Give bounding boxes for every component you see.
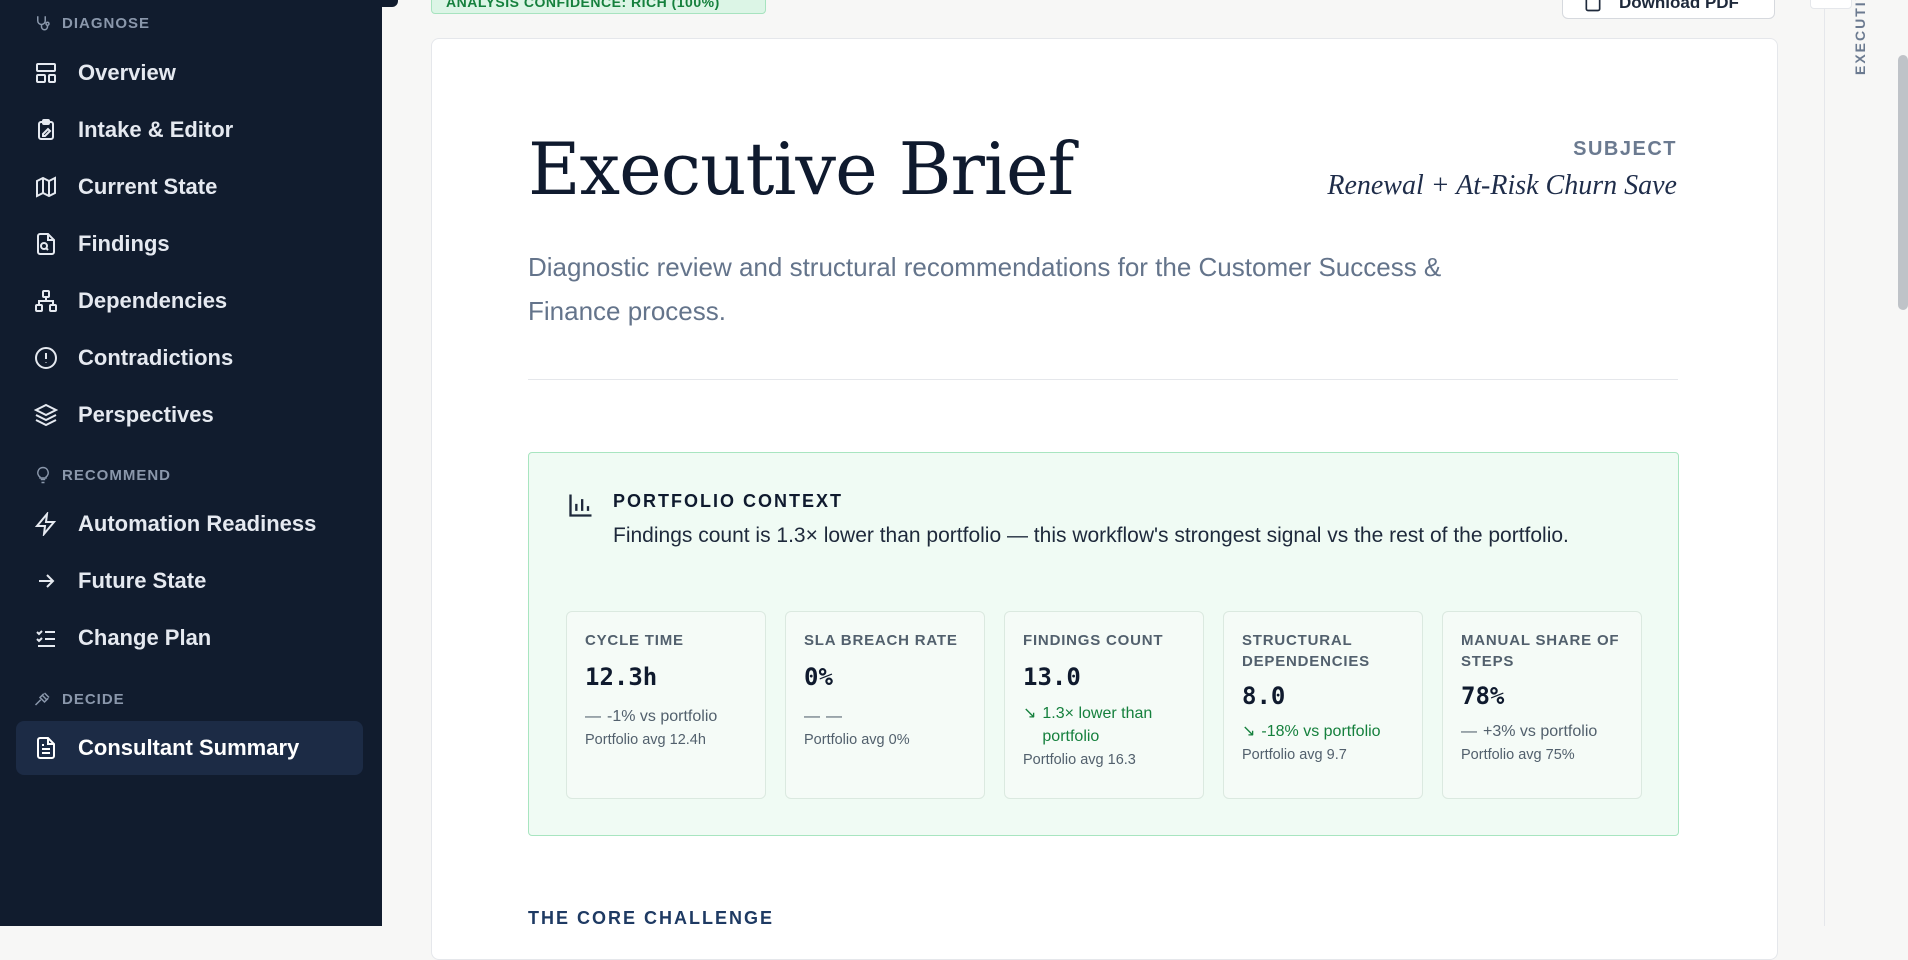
gavel-icon <box>34 692 50 706</box>
subject-label: SUBJECT <box>1573 138 1677 160</box>
metric-label: CYCLE TIME <box>585 632 684 649</box>
right-rail <box>1824 0 1887 926</box>
layers-icon <box>34 403 58 427</box>
neutral-dash-icon: — <box>1461 723 1477 740</box>
layout-icon <box>36 63 56 83</box>
divider <box>528 379 1678 380</box>
sidebar: DIAGNOSE Overview Intake & Editor Curren… <box>0 0 382 926</box>
sidebar-item-label: Dependencies <box>78 288 228 313</box>
sidebar-item-label: Automation Readiness <box>78 511 317 536</box>
sidebar-item-dependencies[interactable]: Dependencies <box>16 274 363 328</box>
sidebar-item-intake-editor[interactable]: Intake & Editor <box>16 103 363 157</box>
sidebar-item-automation-readiness[interactable]: Automation Readiness <box>16 497 363 551</box>
bar-chart-icon <box>569 494 592 517</box>
metric-avg: Portfolio avg 9.7 <box>1242 747 1347 763</box>
metric-delta-text: — <box>826 708 842 725</box>
metric-avg: Portfolio avg 12.4h <box>585 732 706 748</box>
section-label: RECOMMEND <box>62 466 171 484</box>
metric-delta: — — <box>804 705 966 728</box>
sidebar-item-current-state[interactable]: Current State <box>16 160 363 214</box>
metric-label: STRUCTURAL DEPENDENCIES <box>1242 632 1370 670</box>
metric-label: SLA BREACH RATE <box>804 632 958 649</box>
clipboard-edit-icon <box>38 119 54 140</box>
metric-delta: — -1% vs portfolio <box>585 705 747 728</box>
metric-delta: — +3% vs portfolio <box>1461 720 1623 743</box>
neutral-dash-icon: — <box>585 708 601 725</box>
neutral-dash-icon: — <box>804 708 820 725</box>
sidebar-item-change-plan[interactable]: Change Plan <box>16 611 363 665</box>
metric-delta-text: -18% vs portfolio <box>1261 723 1381 740</box>
scrollbar-thumb[interactable] <box>1898 55 1908 310</box>
subject-value: Renewal + At-Risk Churn Save <box>1327 170 1677 201</box>
rail-label[interactable]: EXECUTIVE <box>1852 0 1868 75</box>
sidebar-item-label: Intake & Editor <box>78 117 234 142</box>
sidebar-item-label: Findings <box>78 231 170 256</box>
metric-delta: ↘ -18% vs portfolio <box>1242 720 1404 743</box>
arrow-right-icon <box>39 574 55 588</box>
metric-avg: Portfolio avg 75% <box>1461 747 1575 763</box>
sidebar-item-overview[interactable]: Overview <box>16 46 363 100</box>
lightbulb-icon <box>37 466 49 484</box>
zap-icon <box>34 512 57 536</box>
sidebar-item-label: Perspectives <box>78 402 214 427</box>
metric-value: 12.3h <box>585 663 658 691</box>
metric-delta: ↘ 1.3× lower than portfolio <box>1023 702 1185 748</box>
sidebar-item-label: Overview <box>78 60 176 85</box>
metric-label: MANUAL SHARE OF STEPS <box>1461 632 1620 670</box>
section-decide: DECIDE <box>34 690 125 708</box>
sidebar-item-label: Future State <box>78 568 207 593</box>
map-icon <box>36 176 56 198</box>
metric-card-structural-dependencies: STRUCTURAL DEPENDENCIES 8.0 ↘ -18% vs po… <box>1223 611 1423 799</box>
section-diagnose: DIAGNOSE <box>34 14 150 32</box>
metric-card-manual-share: MANUAL SHARE OF STEPS 78% — +3% vs portf… <box>1442 611 1642 799</box>
file-search-icon <box>37 233 55 255</box>
sidebar-item-label: Contradictions <box>78 345 234 370</box>
download-label: Download PDF <box>1619 0 1739 12</box>
list-checks-icon <box>36 630 55 647</box>
download-icon <box>1585 0 1601 11</box>
section-recommend: RECOMMEND <box>34 466 171 484</box>
metric-avg: Portfolio avg 16.3 <box>1023 752 1136 768</box>
sidebar-item-label: Consultant Summary <box>78 735 300 760</box>
portfolio-heading: PORTFOLIO CONTEXT <box>613 491 843 511</box>
page-title: Executive Brief <box>528 127 1074 211</box>
metric-value: 8.0 <box>1242 682 1286 710</box>
trend-down-icon: ↘ <box>1242 723 1256 740</box>
metric-label: FINDINGS COUNT <box>1023 632 1164 649</box>
section-label: DIAGNOSE <box>62 14 151 32</box>
metric-avg: Portfolio avg 0% <box>804 732 910 748</box>
metric-value: 13.0 <box>1023 663 1081 691</box>
network-icon <box>35 290 57 312</box>
sidebar-item-findings[interactable]: Findings <box>16 217 363 271</box>
sidebar-item-label: Current State <box>78 174 218 199</box>
metric-delta-text: -1% vs portfolio <box>607 708 718 725</box>
portfolio-context-panel: PORTFOLIO CONTEXT Findings count is 1.3×… <box>528 452 1679 836</box>
metric-card-findings-count: FINDINGS COUNT 13.0 ↘ 1.3× lower than po… <box>1004 611 1204 799</box>
section-label: DECIDE <box>62 690 125 708</box>
sidebar-notch <box>365 0 398 7</box>
download-pdf-button[interactable]: Download PDF <box>1562 0 1775 19</box>
metric-delta-text: 1.3× lower than portfolio <box>1042 705 1153 745</box>
sidebar-item-consultant-summary[interactable]: Consultant Summary <box>16 721 363 775</box>
trend-down-icon: ↘ <box>1023 705 1037 722</box>
stethoscope-icon <box>37 16 50 31</box>
brief-subtitle: Diagnostic review and structural recomme… <box>528 252 1442 326</box>
portfolio-text: Findings count is 1.3× lower than portfo… <box>613 524 1569 547</box>
metric-value: 0% <box>804 663 833 691</box>
sidebar-item-contradictions[interactable]: Contradictions <box>16 331 363 385</box>
alert-circle-icon <box>35 347 57 369</box>
metric-value: 78% <box>1461 682 1505 710</box>
file-text-icon <box>37 737 55 759</box>
metric-delta-text: +3% vs portfolio <box>1483 723 1598 740</box>
confidence-badge: ANALYSIS CONFIDENCE: RICH (100%) <box>431 0 766 14</box>
sidebar-item-perspectives[interactable]: Perspectives <box>16 388 363 442</box>
metric-card-cycle-time: CYCLE TIME 12.3h — -1% vs portfolio Port… <box>566 611 766 799</box>
sidebar-item-future-state[interactable]: Future State <box>16 554 363 608</box>
metric-card-sla-breach-rate: SLA BREACH RATE 0% — — Portfolio avg 0% <box>785 611 985 799</box>
rail-button[interactable] <box>1810 0 1852 9</box>
sidebar-item-label: Change Plan <box>78 625 212 650</box>
